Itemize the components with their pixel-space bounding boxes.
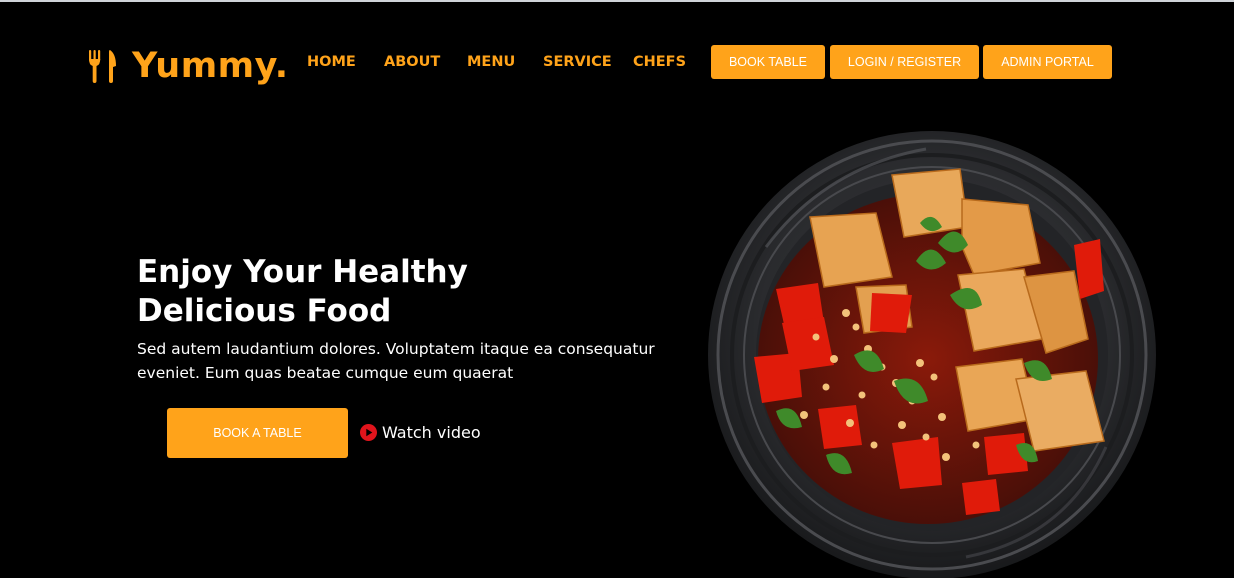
nav-about[interactable]: ABOUT (384, 50, 440, 74)
book-table-button[interactable]: BOOK TABLE (711, 45, 825, 79)
hero-title: Enjoy Your Healthy Delicious Food (137, 253, 597, 331)
admin-portal-button[interactable]: ADMIN PORTAL (983, 45, 1112, 79)
nav-service[interactable]: SERVICE (543, 50, 612, 74)
watch-video-label: Watch video (382, 422, 481, 442)
food-plate-image (706, 127, 1158, 578)
watch-video-link[interactable]: Watch video (360, 420, 481, 444)
hero-subtitle-line1: Sed autem laudantium dolores. Voluptatem… (137, 340, 655, 358)
brand-logo[interactable]: Yummy. (86, 44, 289, 88)
page: Yummy. HOME ABOUT MENU SERVICE CHEFS BOO… (0, 2, 1234, 578)
brand-name: Yummy. (132, 46, 289, 86)
login-register-button[interactable]: LOGIN / REGISTER (830, 45, 979, 79)
nav-chefs[interactable]: CHEFS (633, 50, 686, 74)
book-a-table-button[interactable]: BOOK A TABLE (167, 408, 348, 458)
hero-subtitle: Sed autem laudantium dolores. Voluptatem… (137, 337, 677, 385)
nav-home[interactable]: HOME (307, 50, 356, 74)
hero-title-line2: Delicious Food (137, 293, 392, 329)
play-circle-icon (360, 423, 377, 441)
hero-title-line1: Enjoy Your Healthy (137, 254, 468, 290)
nav-menu[interactable]: MENU (467, 50, 515, 74)
fork-knife-icon (86, 46, 122, 86)
hero-subtitle-line2: eveniet. Eum quas beatae cumque eum quae… (137, 364, 514, 382)
